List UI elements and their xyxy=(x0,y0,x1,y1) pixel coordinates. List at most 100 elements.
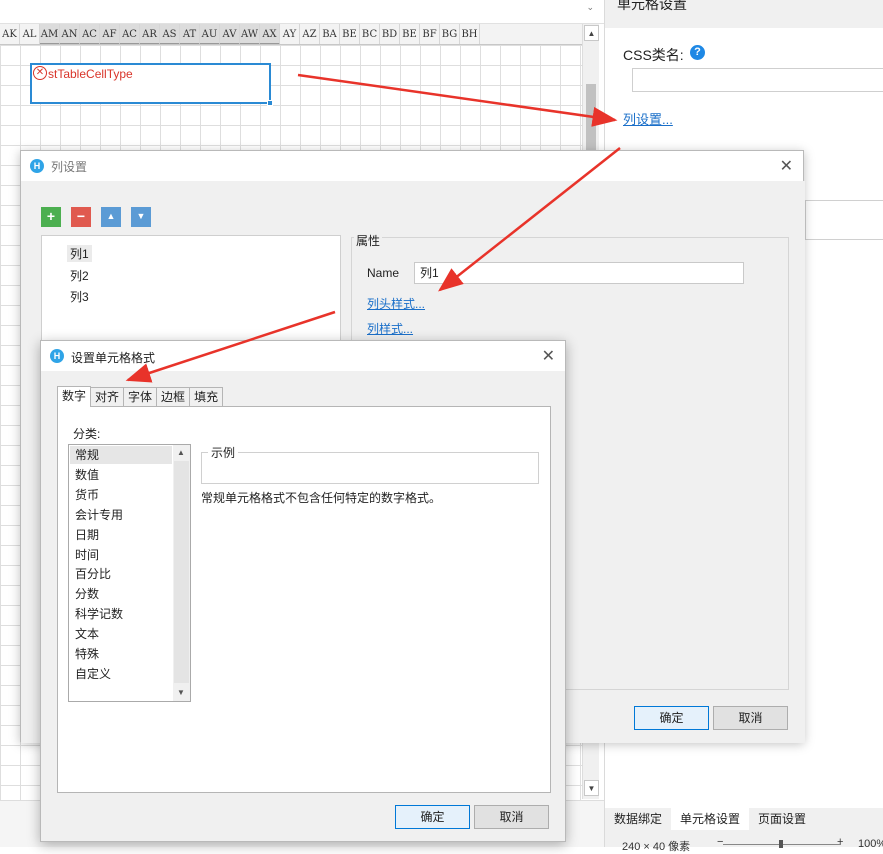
error-circle-icon: ✕ xyxy=(33,66,47,80)
list-item[interactable]: 科学记数 xyxy=(75,605,123,623)
tab-fill[interactable]: 填充 xyxy=(189,387,224,407)
column-header-cell[interactable]: AY xyxy=(280,24,300,44)
column-header-cell[interactable]: BH xyxy=(460,24,480,44)
add-column-button[interactable]: + xyxy=(41,207,61,227)
column-header-cell[interactable]: BE xyxy=(340,24,360,44)
ok-button[interactable]: 确定 xyxy=(634,706,709,730)
format-description: 常规单元格格式不包含任何特定的数字格式。 xyxy=(201,491,442,505)
column-header-cell[interactable]: AZ xyxy=(300,24,320,44)
list-item[interactable]: 货币 xyxy=(75,486,99,504)
category-label: 分类: xyxy=(73,427,101,441)
cancel-button[interactable]: 取消 xyxy=(474,805,549,829)
column-header-cell[interactable]: AW xyxy=(240,24,260,44)
column-header-cell[interactable]: AL xyxy=(20,24,40,44)
dialog-title: 列设置 xyxy=(51,160,88,174)
column-header-cell[interactable]: AF xyxy=(100,24,120,44)
move-up-button[interactable]: ▲ xyxy=(101,207,121,227)
list-item[interactable]: 日期 xyxy=(75,526,99,544)
dialog-titlebar[interactable]: H 设置单元格格式 ✕ xyxy=(41,341,565,371)
list-item[interactable]: 时间 xyxy=(75,546,99,564)
column-header-cell[interactable]: AM xyxy=(40,24,60,44)
column-header-cell[interactable]: AT xyxy=(180,24,200,44)
list-item[interactable]: 特殊 xyxy=(75,645,99,663)
tab-border[interactable]: 边框 xyxy=(156,387,191,407)
list-item[interactable]: 百分比 xyxy=(75,565,111,583)
app-logo-icon: H xyxy=(30,159,44,173)
panel-tabs: 数据绑定 单元格设置 页面设置 xyxy=(605,808,883,830)
list-item[interactable]: 分数 xyxy=(75,585,99,603)
column-settings-link[interactable]: 列设置... xyxy=(623,109,673,128)
sample-label: 示例 xyxy=(208,444,239,461)
panel-field-box[interactable] xyxy=(805,200,883,240)
column-header-row: AK AL AM AN AC AF AC AR AS AT AU AV AW AX AY AZ BA BE BC BD… xyxy=(0,24,582,45)
status-bar: 240 × 40 像素 − + 100% xyxy=(605,830,883,853)
category-list[interactable]: 常规 数值 货币 会计专用 日期 时间 百分比 分数 科学记数 文本 特殊 自定… xyxy=(68,444,191,702)
column-header-cell[interactable]: AV xyxy=(220,24,240,44)
column-header-cell[interactable]: AC xyxy=(120,24,140,44)
scroll-down-icon[interactable]: ▼ xyxy=(584,780,599,796)
close-icon[interactable]: ✕ xyxy=(542,346,555,366)
scroll-up-icon[interactable]: ▲ xyxy=(177,448,185,457)
list-item[interactable]: 文本 xyxy=(75,625,99,643)
list-item[interactable]: 自定义 xyxy=(75,665,111,683)
tab-number[interactable]: 数字 xyxy=(57,386,92,407)
dialog-title: 设置单元格格式 xyxy=(71,351,156,365)
list-item[interactable]: 常规 xyxy=(70,446,172,464)
zoom-in-icon[interactable]: + xyxy=(837,836,843,848)
app-logo-icon: H xyxy=(50,349,64,363)
close-icon[interactable]: ✕ xyxy=(780,156,793,176)
tab-cell-settings[interactable]: 单元格设置 xyxy=(671,808,750,830)
list-item[interactable]: 列2 xyxy=(70,267,89,284)
format-tabs: 数字 对齐 字体 边框 填充 xyxy=(57,386,224,407)
category-scrollbar[interactable]: ▲ ▼ xyxy=(173,445,190,701)
column-header-cell[interactable]: AS xyxy=(160,24,180,44)
css-class-label: CSS类名: xyxy=(623,47,684,63)
ok-button[interactable]: 确定 xyxy=(395,805,470,829)
sample-group xyxy=(201,452,539,484)
scroll-up-icon[interactable]: ▲ xyxy=(584,25,599,41)
tab-page-settings[interactable]: 页面设置 xyxy=(749,808,815,830)
chevron-down-icon[interactable]: ⌄ xyxy=(586,2,594,13)
column-header-cell[interactable]: BD xyxy=(380,24,400,44)
scroll-thumb[interactable] xyxy=(174,461,189,683)
list-item[interactable]: 会计专用 xyxy=(75,506,123,524)
remove-column-button[interactable]: − xyxy=(71,207,91,227)
column-header-cell[interactable]: AC xyxy=(80,24,100,44)
scroll-down-icon[interactable]: ▼ xyxy=(177,688,185,697)
header-style-link[interactable]: 列头样式... xyxy=(367,295,425,312)
properties-title: 属性 xyxy=(354,232,383,249)
tab-alignment[interactable]: 对齐 xyxy=(90,387,125,407)
column-header-cell[interactable]: BC xyxy=(360,24,380,44)
column-header-cell[interactable]: AR xyxy=(140,24,160,44)
cancel-button[interactable]: 取消 xyxy=(713,706,788,730)
zoom-level: 100% xyxy=(858,838,883,850)
name-input[interactable]: 列1 xyxy=(414,262,744,284)
list-item[interactable]: 列1 xyxy=(67,245,92,262)
zoom-out-icon[interactable]: − xyxy=(717,836,723,848)
column-header-cell[interactable]: BG xyxy=(440,24,460,44)
cell-content: stTableCellType xyxy=(48,67,133,81)
name-label: Name xyxy=(367,266,400,280)
dialog-titlebar[interactable]: H 列设置 ✕ xyxy=(21,151,803,181)
column-header-cell[interactable]: AN xyxy=(60,24,80,44)
css-class-input[interactable] xyxy=(632,68,883,92)
column-header-cell[interactable]: BF xyxy=(420,24,440,44)
move-down-button[interactable]: ▼ xyxy=(131,207,151,227)
column-header-cell[interactable]: AK xyxy=(0,24,20,44)
tab-data-binding[interactable]: 数据绑定 xyxy=(605,808,671,830)
list-item[interactable]: 数值 xyxy=(75,466,99,484)
tab-font[interactable]: 字体 xyxy=(123,387,158,407)
column-style-link[interactable]: 列样式... xyxy=(367,320,413,337)
format-cells-dialog: H 设置单元格格式 ✕ 数字 对齐 字体 边框 填充 分类: 常规 数值 货币 … xyxy=(40,340,566,842)
column-header-cell[interactable]: BA xyxy=(320,24,340,44)
panel-header: 单元格设置 xyxy=(605,0,883,28)
fill-handle[interactable] xyxy=(267,100,273,106)
help-icon[interactable]: ? xyxy=(690,45,705,60)
column-header-cell[interactable]: AU xyxy=(200,24,220,44)
column-header-cell[interactable]: AX xyxy=(260,24,280,44)
list-item[interactable]: 列3 xyxy=(70,288,89,305)
number-tab-page: 分类: 常规 数值 货币 会计专用 日期 时间 百分比 分数 科学记数 文本 特… xyxy=(57,406,551,793)
sheet-top-bar: ⌄ xyxy=(0,0,604,24)
column-header-cell[interactable]: BE xyxy=(400,24,420,44)
panel-title: 单元格设置 xyxy=(617,0,687,12)
